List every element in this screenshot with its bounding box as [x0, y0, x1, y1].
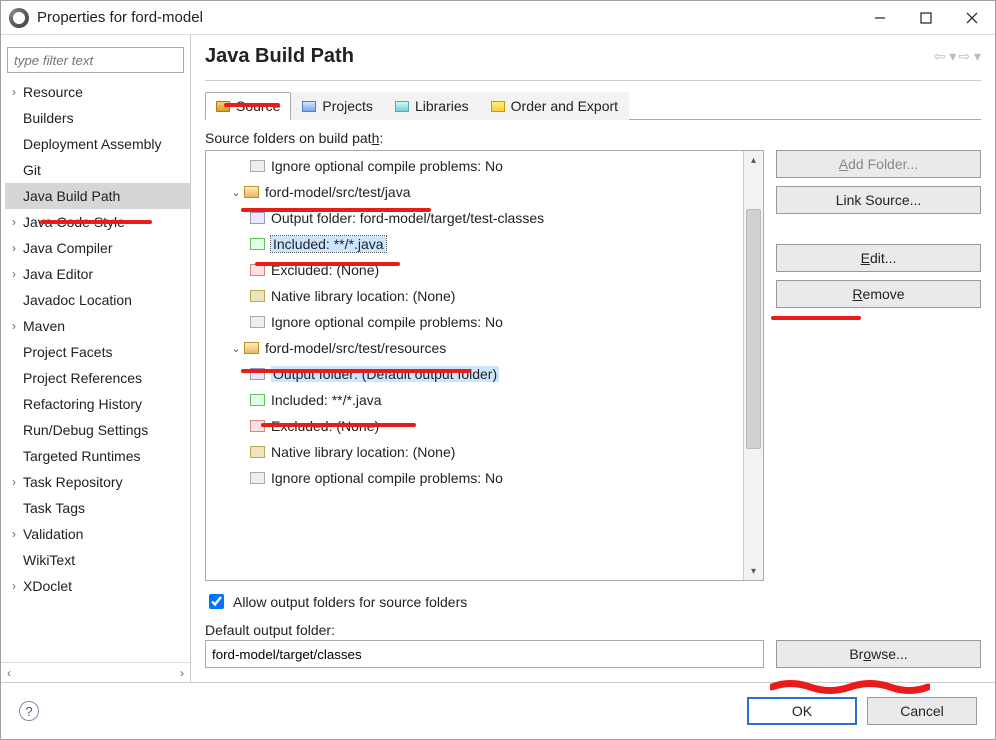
tab-libraries[interactable]: Libraries — [384, 92, 480, 120]
order-export-icon — [491, 101, 505, 112]
output-folder-icon — [250, 368, 265, 380]
nav-git[interactable]: Git — [5, 157, 190, 183]
category-sidebar: ›Resource Builders Deployment Assembly G… — [1, 35, 191, 682]
nav-builders[interactable]: Builders — [5, 105, 190, 131]
source-folders-tree[interactable]: Ignore optional compile problems: No ⌄fo… — [205, 150, 764, 581]
nav-javadoc-location[interactable]: Javadoc Location — [5, 287, 190, 313]
add-folder-button[interactable]: AAdd Folder...dd Folder... — [776, 150, 981, 178]
tab-order-export[interactable]: Order and Export — [480, 92, 629, 120]
nav-task-repository[interactable]: ›Task Repository — [5, 469, 190, 495]
ignore-icon — [250, 160, 265, 172]
dialog-footer: ? OK Cancel — [1, 682, 995, 739]
excluded-icon — [250, 264, 265, 276]
package-icon — [244, 342, 259, 354]
nav-java-build-path[interactable]: Java Build Path — [5, 183, 190, 209]
page-history-nav[interactable]: ⇦ ▾⇨ ▾ — [934, 48, 981, 65]
nav-maven[interactable]: ›Maven — [5, 313, 190, 339]
projects-icon — [302, 101, 316, 112]
nav-run-debug-settings[interactable]: Run/Debug Settings — [5, 417, 190, 443]
category-list[interactable]: ›Resource Builders Deployment Assembly G… — [1, 79, 190, 662]
included-icon — [250, 238, 265, 250]
nav-refactoring-history[interactable]: Refactoring History — [5, 391, 190, 417]
source-folders-label: Source folders on build path: — [205, 130, 981, 146]
tree-output-test-java[interactable]: Output folder: ford-model/target/test-cl… — [206, 205, 743, 231]
native-lib-icon — [250, 446, 265, 458]
tree-folder-test-resources[interactable]: ⌄ford-model/src/test/resources — [206, 335, 743, 361]
nav-project-references[interactable]: Project References — [5, 365, 190, 391]
default-output-input[interactable] — [205, 640, 764, 668]
close-button[interactable] — [949, 2, 995, 34]
nav-xdoclet[interactable]: ›XDoclet — [5, 573, 190, 599]
browse-button[interactable]: Browse... — [776, 640, 981, 668]
link-source-button[interactable]: Link Source... — [776, 186, 981, 214]
eclipse-icon — [9, 8, 29, 28]
tree-output-test-resources[interactable]: Output folder: (Default output folder) — [206, 361, 743, 387]
nav-project-facets[interactable]: Project Facets — [5, 339, 190, 365]
output-folder-icon — [250, 212, 265, 224]
excluded-icon — [250, 420, 265, 432]
tree-vertical-scrollbar[interactable]: ▴▾ — [743, 151, 763, 580]
native-lib-icon — [250, 290, 265, 302]
included-icon — [250, 394, 265, 406]
tree-ignore-test-java[interactable]: Ignore optional compile problems: No — [206, 309, 743, 335]
window-title: Properties for ford-model — [37, 9, 857, 26]
default-output-label: Default output folder: — [205, 622, 981, 638]
package-icon — [244, 186, 259, 198]
ok-button[interactable]: OK — [747, 697, 857, 725]
edit-button[interactable]: Edit... — [776, 244, 981, 272]
nav-validation[interactable]: ›Validation — [5, 521, 190, 547]
tree-ignore-test-resources[interactable]: Ignore optional compile problems: No — [206, 465, 743, 491]
libraries-icon — [395, 101, 409, 112]
maximize-button[interactable] — [903, 2, 949, 34]
nav-java-editor[interactable]: ›Java Editor — [5, 261, 190, 287]
main-panel: Java Build Path ⇦ ▾⇨ ▾ Source Projects L… — [191, 35, 995, 682]
sidebar-horizontal-scrollbar[interactable]: ‹› — [1, 662, 190, 682]
tree-folder-test-java[interactable]: ⌄ford-model/src/test/java — [206, 179, 743, 205]
title-bar: Properties for ford-model — [1, 1, 995, 35]
tab-projects[interactable]: Projects — [291, 92, 384, 120]
page-title: Java Build Path — [205, 45, 354, 68]
tree-excluded-test-resources[interactable]: Excluded: (None) — [206, 413, 743, 439]
remove-button[interactable]: Remove — [776, 280, 981, 308]
nav-targeted-runtimes[interactable]: Targeted Runtimes — [5, 443, 190, 469]
source-folder-icon — [216, 101, 230, 112]
nav-java-code-style[interactable]: ›Java Code Style — [5, 209, 190, 235]
nav-deployment-assembly[interactable]: Deployment Assembly — [5, 131, 190, 157]
nav-task-tags[interactable]: Task Tags — [5, 495, 190, 521]
filter-box[interactable] — [7, 47, 184, 73]
tree-excluded-test-java[interactable]: Excluded: (None) — [206, 257, 743, 283]
tree-native-test-resources[interactable]: Native library location: (None) — [206, 439, 743, 465]
tree-ignore-problems[interactable]: Ignore optional compile problems: No — [206, 153, 743, 179]
cancel-button[interactable]: Cancel — [867, 697, 977, 725]
buildpath-tabs: Source Projects Libraries Order and Expo… — [205, 91, 981, 120]
allow-output-folders-checkbox[interactable] — [209, 594, 224, 609]
tab-source[interactable]: Source — [205, 92, 291, 120]
tree-included-test-java[interactable]: Included: **/*.java — [206, 231, 743, 257]
tree-native-test-java[interactable]: Native library location: (None) — [206, 283, 743, 309]
ignore-icon — [250, 472, 265, 484]
minimize-button[interactable] — [857, 2, 903, 34]
help-icon[interactable]: ? — [19, 701, 39, 721]
nav-wikitext[interactable]: WikiText — [5, 547, 190, 573]
tree-included-test-resources[interactable]: Included: **/*.java — [206, 387, 743, 413]
nav-java-compiler[interactable]: ›Java Compiler — [5, 235, 190, 261]
filter-input[interactable] — [7, 47, 184, 73]
allow-output-folders-label: Allow output folders for source folders — [233, 594, 467, 610]
nav-resource[interactable]: ›Resource — [5, 79, 190, 105]
ignore-icon — [250, 316, 265, 328]
